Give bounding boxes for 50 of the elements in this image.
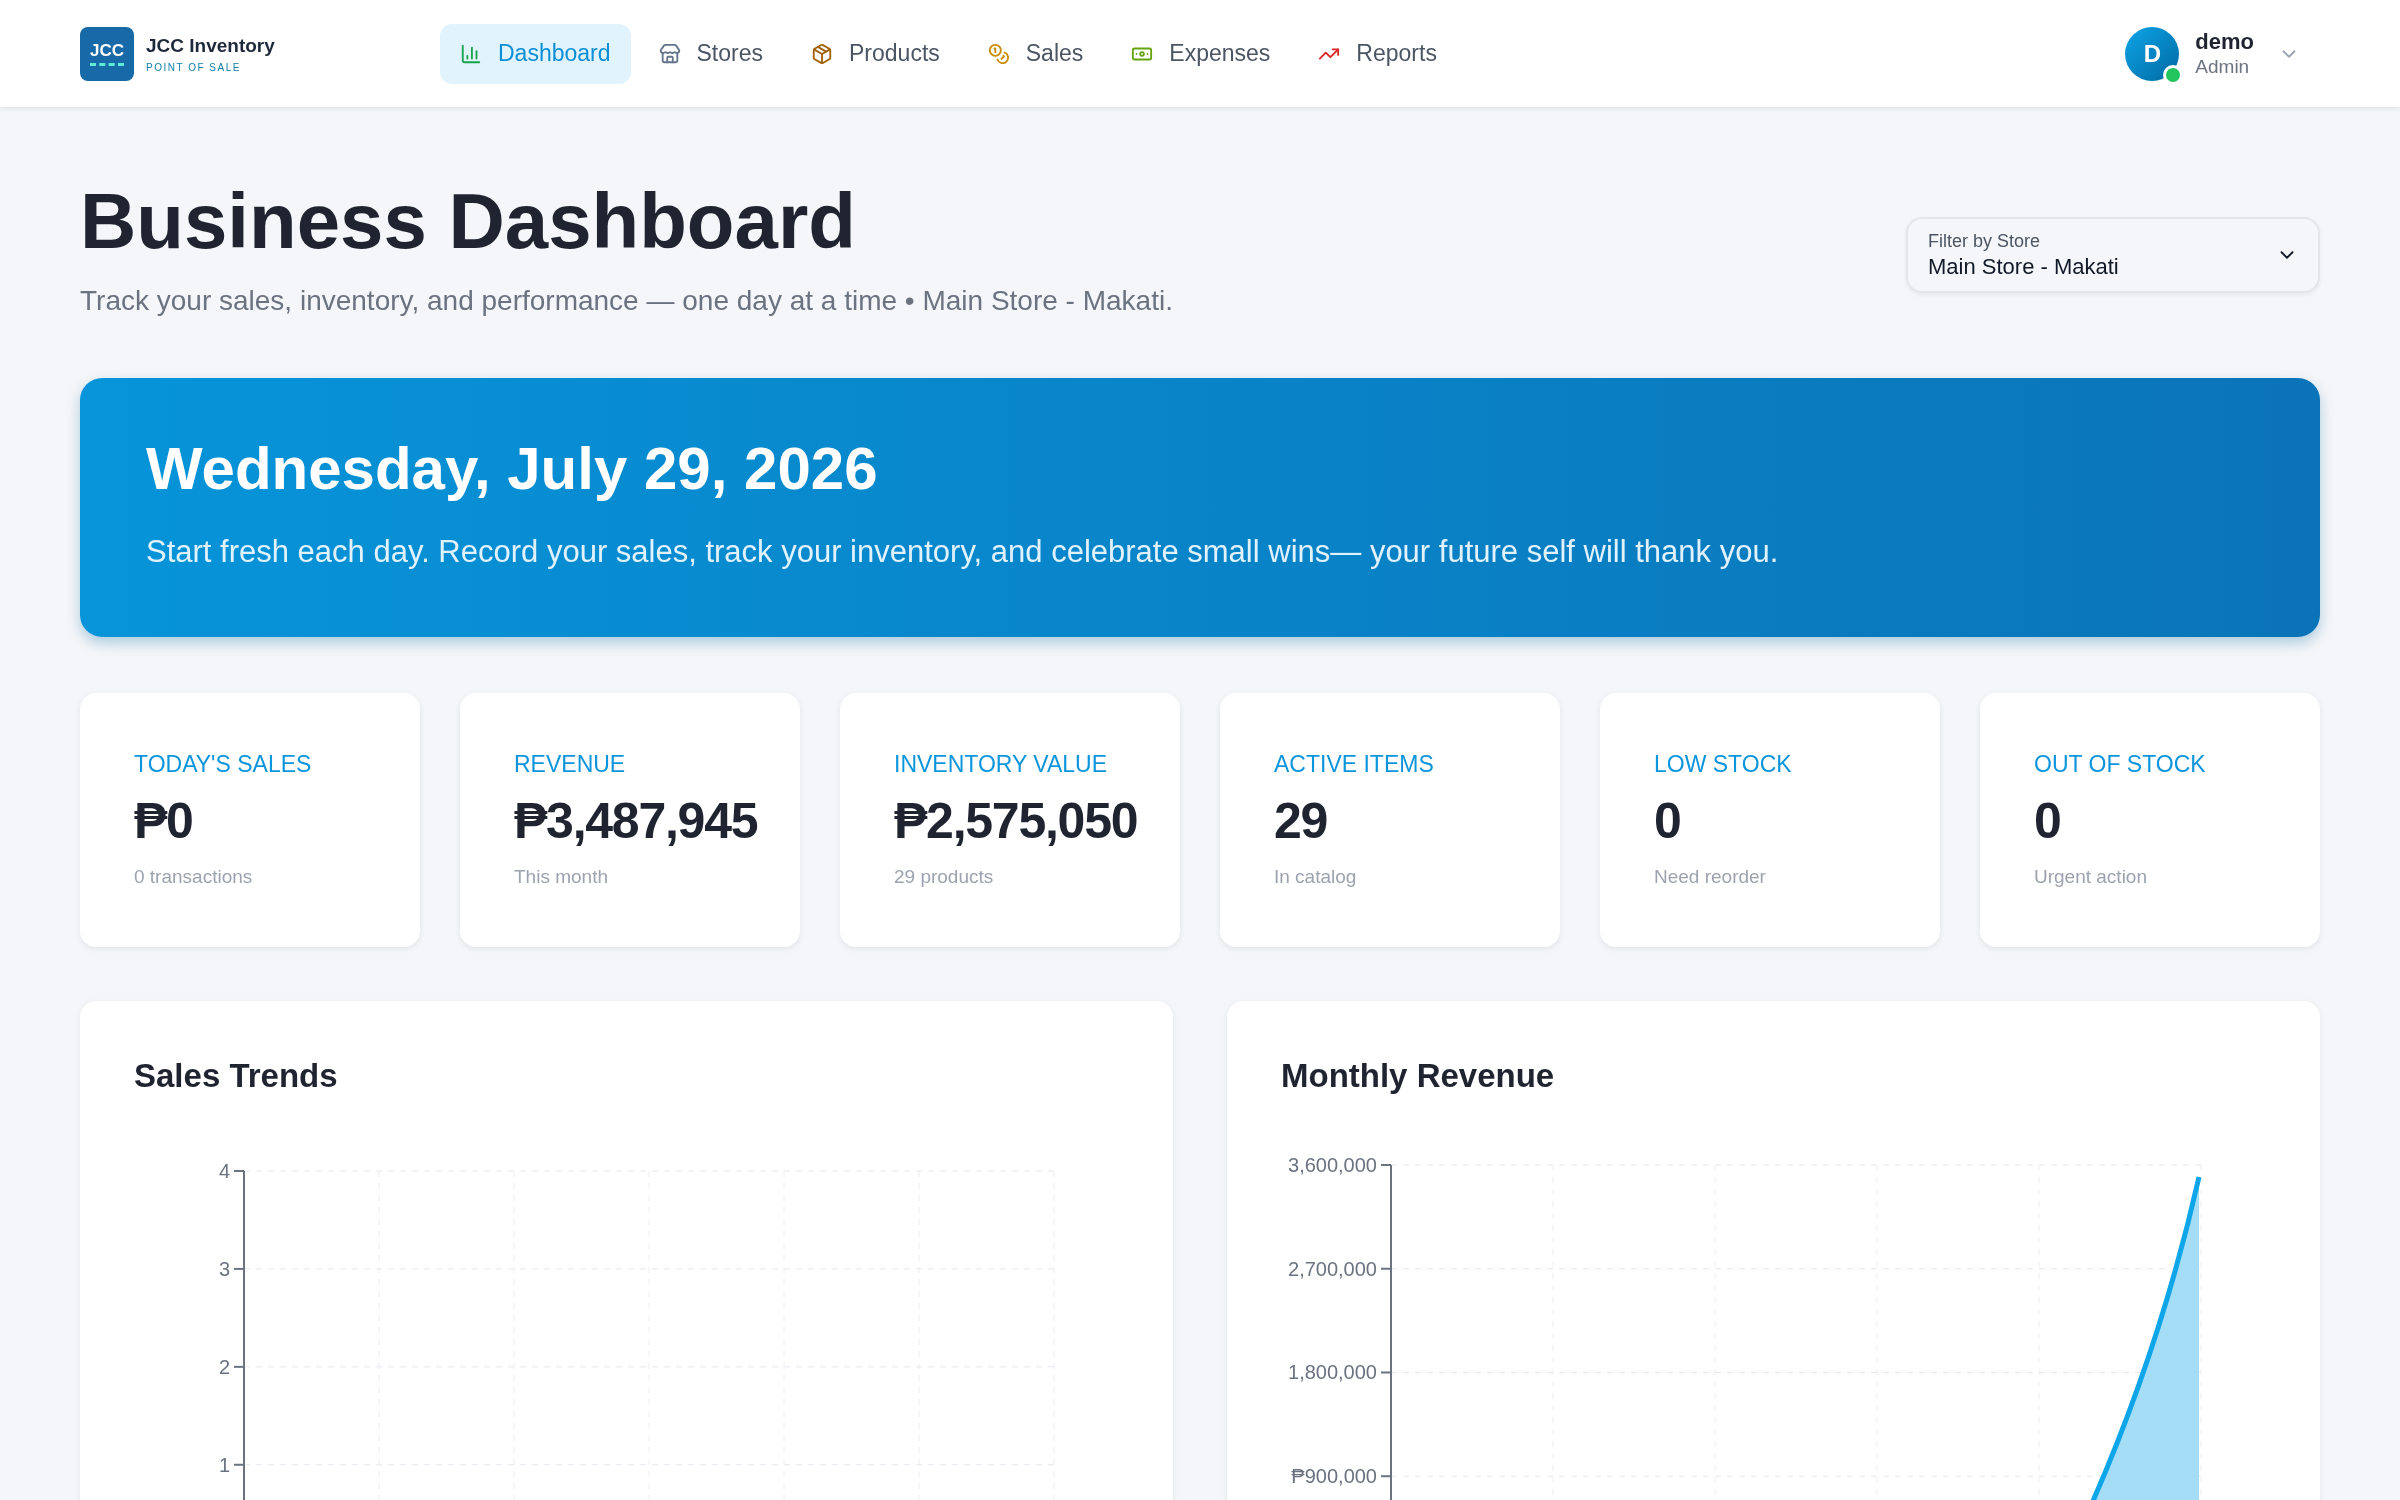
- y-tick-label: ₱900,000: [1291, 1464, 1377, 1487]
- banner-message: Start fresh each day. Record your sales, track your inventory, and celebrate small wins— your future self will thank you.: [146, 533, 1780, 572]
- brand-name: JCC Inventory: [146, 33, 275, 58]
- avatar: D: [2125, 26, 2180, 81]
- stat-label: TODAY'S SALES: [134, 750, 313, 779]
- nav-tab[interactable]: Products: [791, 23, 960, 84]
- stat-label: REVENUE: [514, 750, 627, 779]
- stat-note: This month: [514, 865, 609, 889]
- stat-value: ₱0: [134, 791, 194, 851]
- stat-value: ₱2,575,050: [894, 791, 1139, 851]
- stat-label: OUT OF STOCK: [2034, 750, 2207, 779]
- bar-chart-icon: [460, 42, 482, 65]
- user-name: demo: [2195, 27, 2254, 56]
- stat-value: 29: [1274, 791, 1329, 851]
- chart-title: Monthly Revenue: [1281, 1056, 1556, 1096]
- banner-date: Wednesday, July 29, 2026: [146, 439, 879, 500]
- stat-label: ACTIVE ITEMS: [1274, 750, 1435, 779]
- store-icon: [658, 42, 681, 65]
- stat-label: INVENTORY VALUE: [894, 750, 1109, 779]
- stat-note: 0 transactions: [134, 865, 254, 889]
- stat-note: In catalog: [1274, 865, 1358, 889]
- user-role: Admin: [2195, 55, 2251, 80]
- logo-icon: JCC: [80, 26, 134, 81]
- page-subtitle: Track your sales, inventory, and performance — one day at a time • Main Store - Makati.: [80, 284, 1173, 318]
- page-title: Business Dashboard: [80, 182, 857, 260]
- stat-value: 0: [1654, 791, 1682, 851]
- nav-tab[interactable]: Reports: [1298, 23, 1457, 84]
- field-label: Filter by Store: [1928, 230, 2042, 253]
- nav-tab[interactable]: Stores: [638, 23, 783, 84]
- stat-note: Urgent action: [2034, 865, 2148, 889]
- nav-tab[interactable]: Expenses: [1111, 23, 1291, 84]
- field-value: Main Store - Makati: [1928, 252, 2119, 280]
- y-tick-label: 1,800,000: [1288, 1361, 1377, 1383]
- nav-tab[interactable]: Sales: [967, 23, 1104, 84]
- y-tick-label: 1: [218, 1453, 230, 1476]
- y-tick-label: 4: [218, 1159, 230, 1182]
- y-tick-label: 2: [218, 1355, 230, 1378]
- brand-tagline: POINT OF SALE: [146, 61, 242, 76]
- stat-value: ₱3,487,945: [514, 791, 759, 851]
- stat-value: 0: [2034, 791, 2062, 851]
- y-tick-label: 3,600,000: [1288, 1153, 1377, 1176]
- y-tick-label: 3: [218, 1257, 230, 1280]
- coins-icon: [987, 42, 1010, 65]
- stat-note: 29 products: [894, 865, 995, 889]
- package-icon: [811, 42, 833, 65]
- stat-note: Need reorder: [1654, 865, 1767, 889]
- stat-label: LOW STOCK: [1654, 750, 1793, 779]
- store-filter-dropdown[interactable]: Filter by Store Main Store - Makati: [1906, 217, 2320, 293]
- chart-title: Sales Trends: [134, 1056, 339, 1096]
- y-tick-label: 2,700,000: [1288, 1257, 1377, 1280]
